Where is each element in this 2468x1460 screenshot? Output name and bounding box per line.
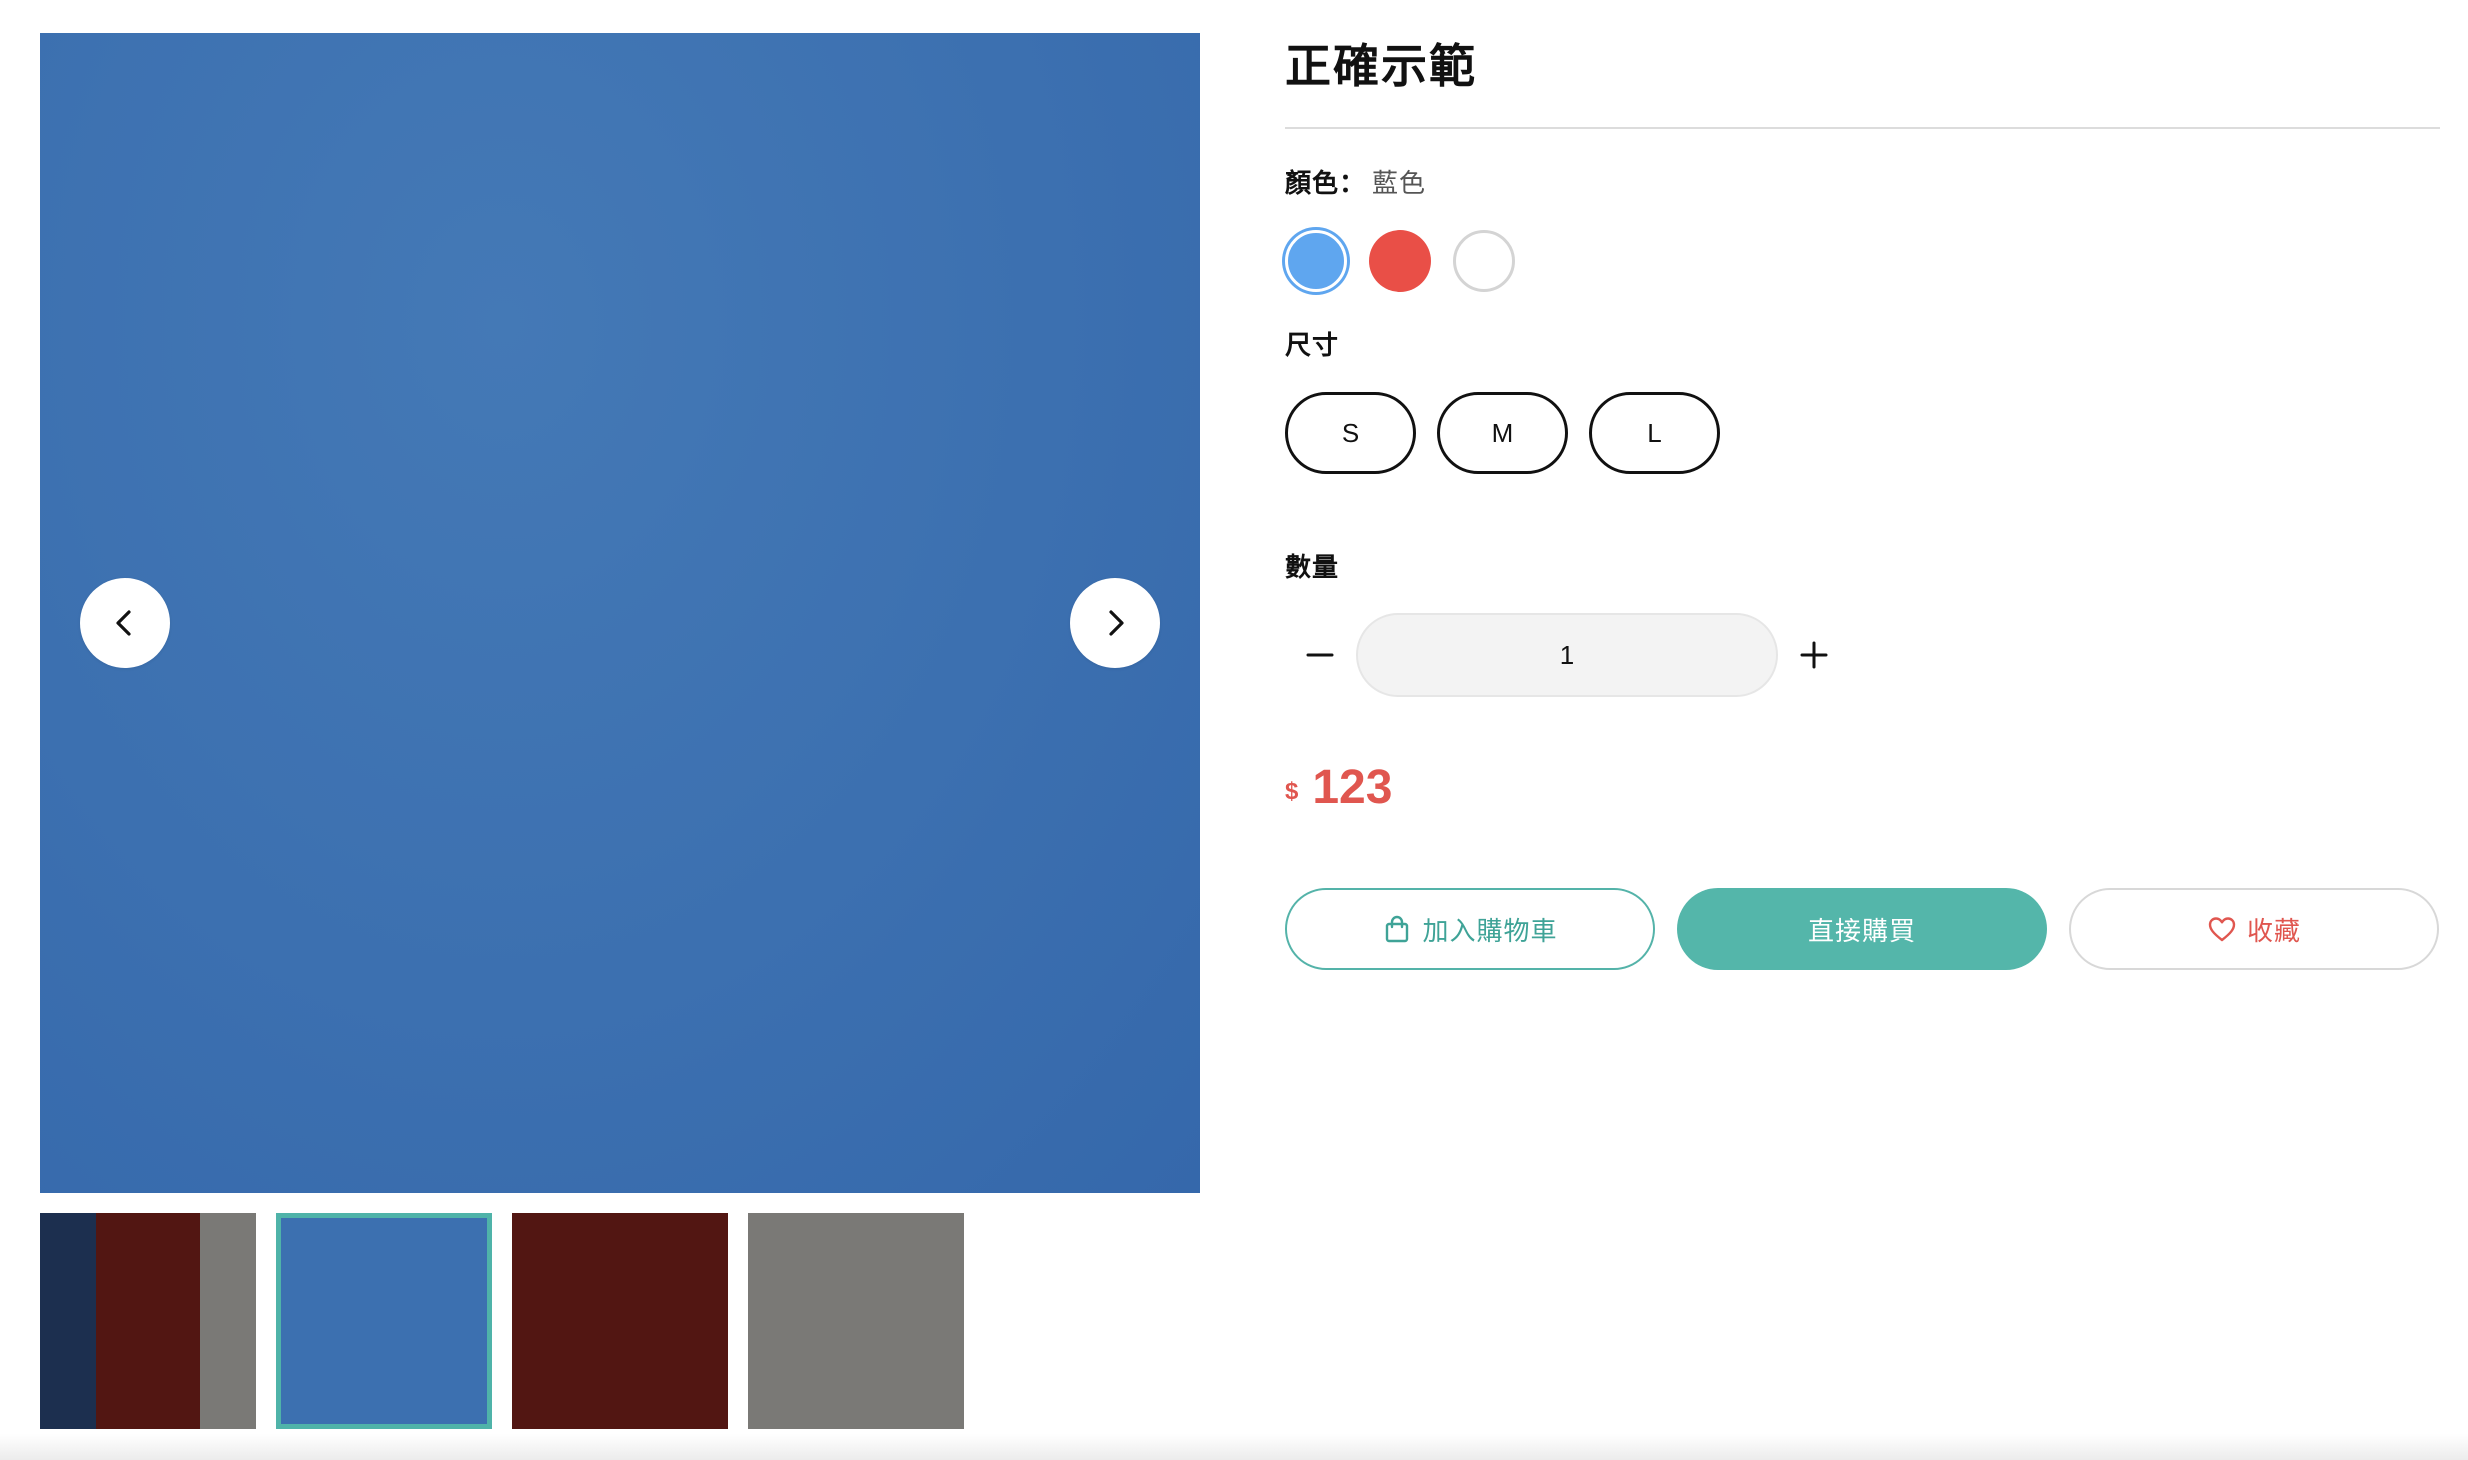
product-title: 正確示範 — [1285, 39, 1477, 93]
size-option-l[interactable]: L — [1589, 392, 1720, 474]
thumbnail-3[interactable] — [512, 1213, 728, 1429]
heart-icon — [2208, 917, 2236, 942]
thumbnail-4[interactable] — [748, 1213, 964, 1429]
chevron-left-icon — [116, 610, 131, 636]
add-to-cart-label: 加入購物車 — [1422, 916, 1558, 947]
quantity-label: 數量 — [1285, 553, 1340, 583]
previous-image-button[interactable] — [80, 578, 170, 668]
size-label: 尺寸 — [1285, 331, 1340, 361]
minus-icon — [1306, 653, 1334, 657]
quantity-input[interactable] — [1356, 613, 1778, 697]
buy-now-button[interactable]: 直接購買 — [1677, 888, 2047, 970]
add-to-cart-button[interactable]: 加入購物車 — [1285, 888, 1655, 970]
size-option-s[interactable]: S — [1285, 392, 1416, 474]
chevron-right-icon — [1109, 610, 1124, 636]
selected-color-value: 藍色 — [1372, 169, 1427, 199]
color-label: 顏色： 藍色 — [1285, 166, 1426, 202]
next-image-button[interactable] — [1070, 578, 1160, 668]
thumbnail-2-selected[interactable] — [276, 1213, 492, 1429]
color-label-text: 顏色： — [1285, 169, 1367, 199]
price-currency: $ — [1285, 778, 1299, 805]
buy-now-label: 直接購買 — [1807, 916, 1916, 947]
product-main-image — [40, 33, 1200, 1193]
page-bottom-edge — [0, 1434, 2468, 1460]
shopping-bag-icon — [1386, 915, 1409, 943]
favorite-button[interactable]: 收藏 — [2069, 888, 2439, 970]
color-swatch-red[interactable] — [1369, 230, 1431, 292]
title-divider — [1285, 127, 2440, 129]
quantity-decrease-button[interactable] — [1295, 620, 1345, 690]
quantity-increase-button[interactable] — [1789, 620, 1839, 690]
favorite-label: 收藏 — [2246, 916, 2301, 947]
plus-icon — [1800, 641, 1828, 669]
product-price: $123 — [1285, 760, 1392, 815]
size-option-m[interactable]: M — [1437, 392, 1568, 474]
price-value: 123 — [1312, 761, 1393, 814]
color-swatch-white[interactable] — [1453, 230, 1515, 292]
color-swatch-blue[interactable] — [1285, 230, 1347, 292]
thumbnail-1[interactable] — [40, 1213, 256, 1429]
